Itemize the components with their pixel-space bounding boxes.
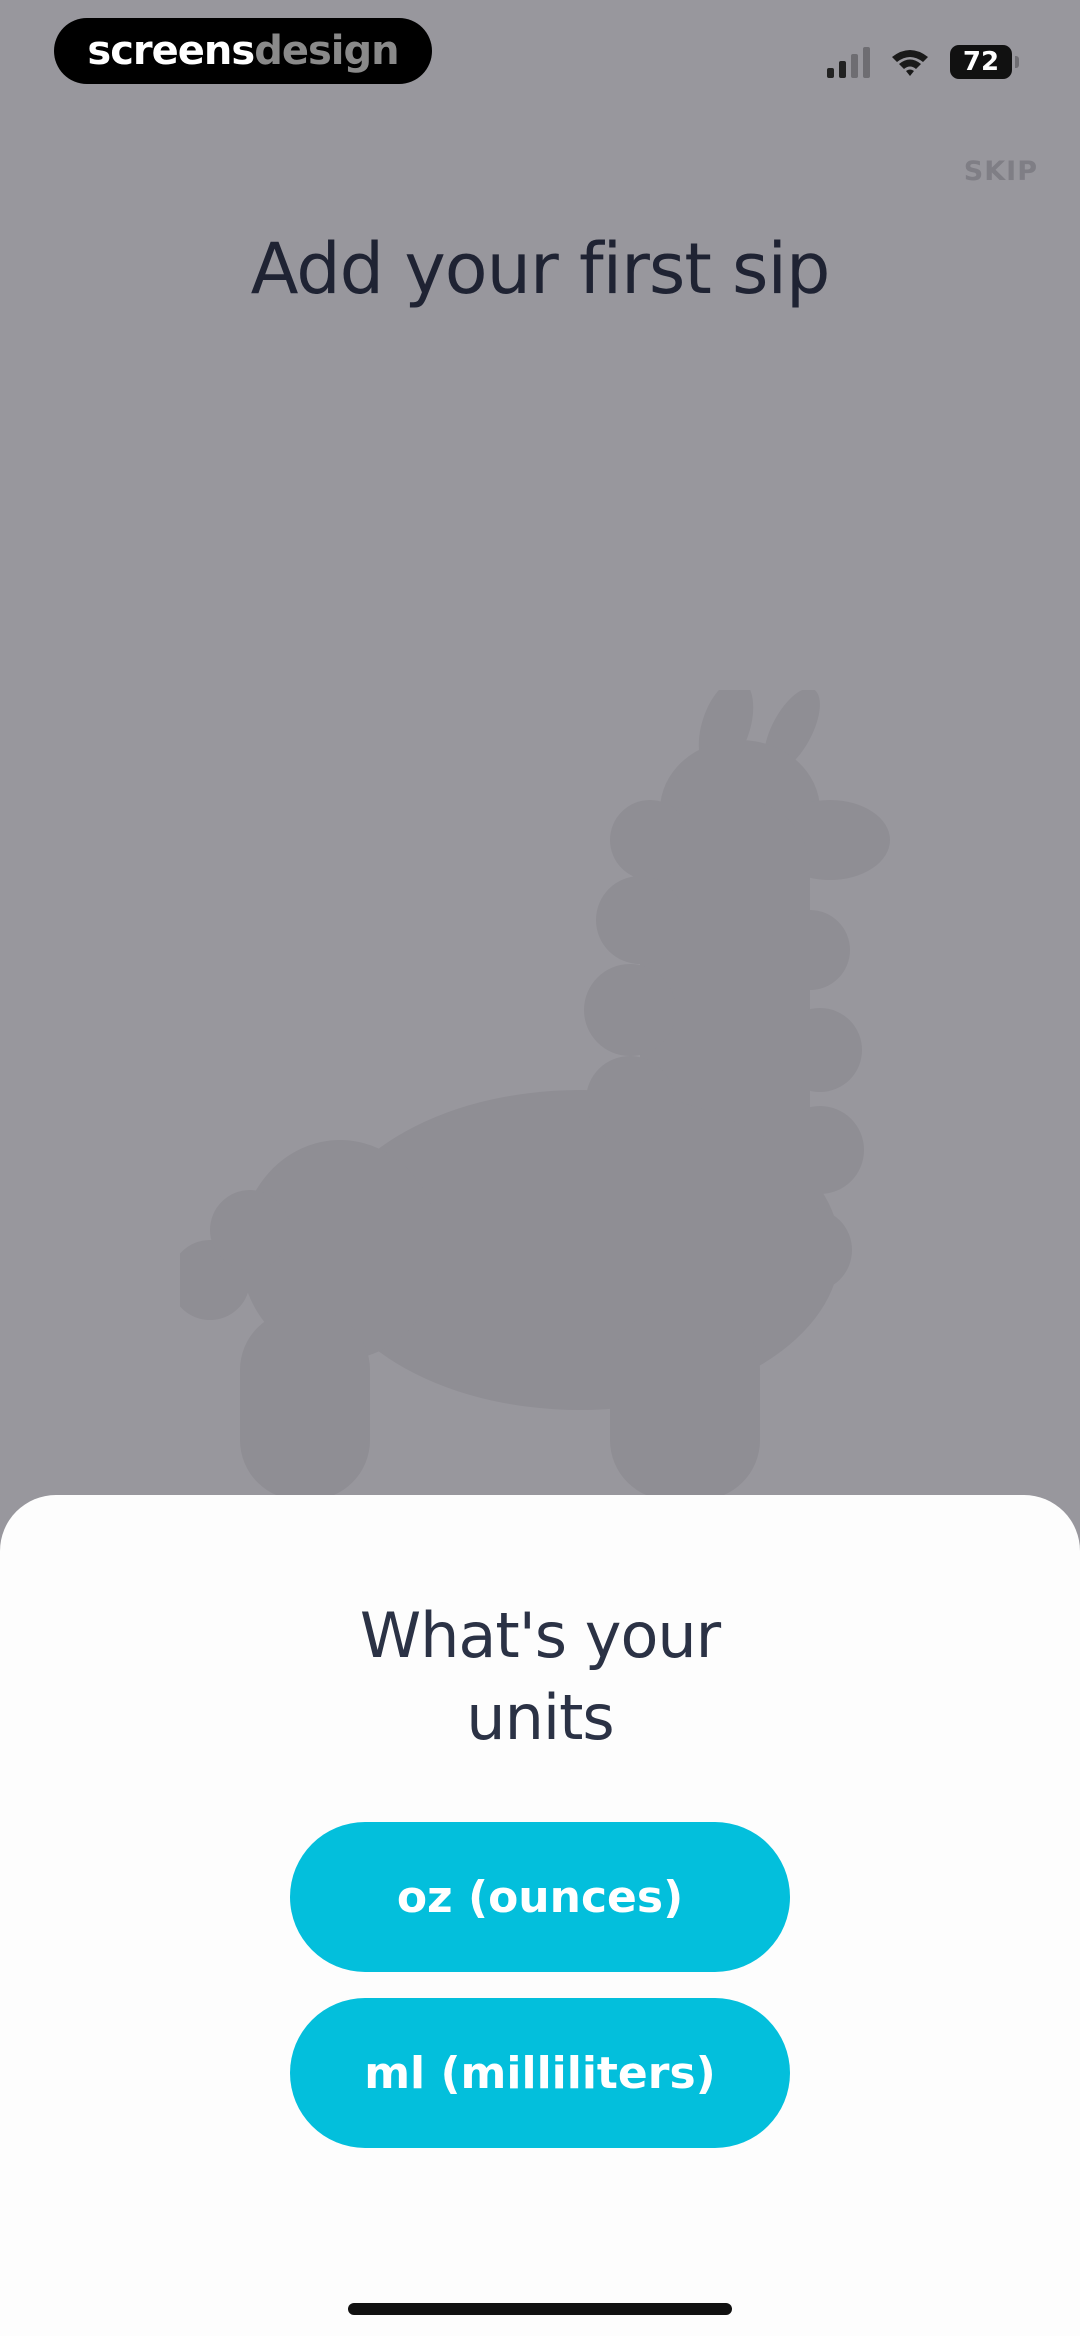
page-title: Add your first sip (250, 228, 831, 310)
units-bottom-sheet: What's your units oz (ounces) ml (millil… (0, 1495, 1080, 2336)
battery-level: 72 (962, 47, 1000, 77)
wifi-icon (892, 50, 928, 76)
home-indicator[interactable] (348, 2303, 732, 2315)
screen: screens design 72 SKIP Add your first sip (0, 0, 1080, 2336)
signal-icon (827, 46, 870, 78)
skip-button[interactable]: SKIP (964, 156, 1038, 187)
watermark-part1: screens (87, 28, 255, 74)
llama-illustration (180, 690, 890, 1500)
battery-icon: 72 (950, 45, 1019, 79)
sheet-title: What's your units (0, 1595, 1080, 1759)
watermark-part2: design (254, 28, 399, 74)
oz-unit-button[interactable]: oz (ounces) (290, 1822, 790, 1972)
ml-unit-button[interactable]: ml (milliliters) (290, 1998, 790, 2148)
status-bar: 72 (827, 42, 1019, 82)
screensdesign-watermark: screens design (54, 18, 432, 84)
sheet-title-line1: What's your (359, 1599, 721, 1672)
sheet-title-line2: units (466, 1681, 614, 1754)
